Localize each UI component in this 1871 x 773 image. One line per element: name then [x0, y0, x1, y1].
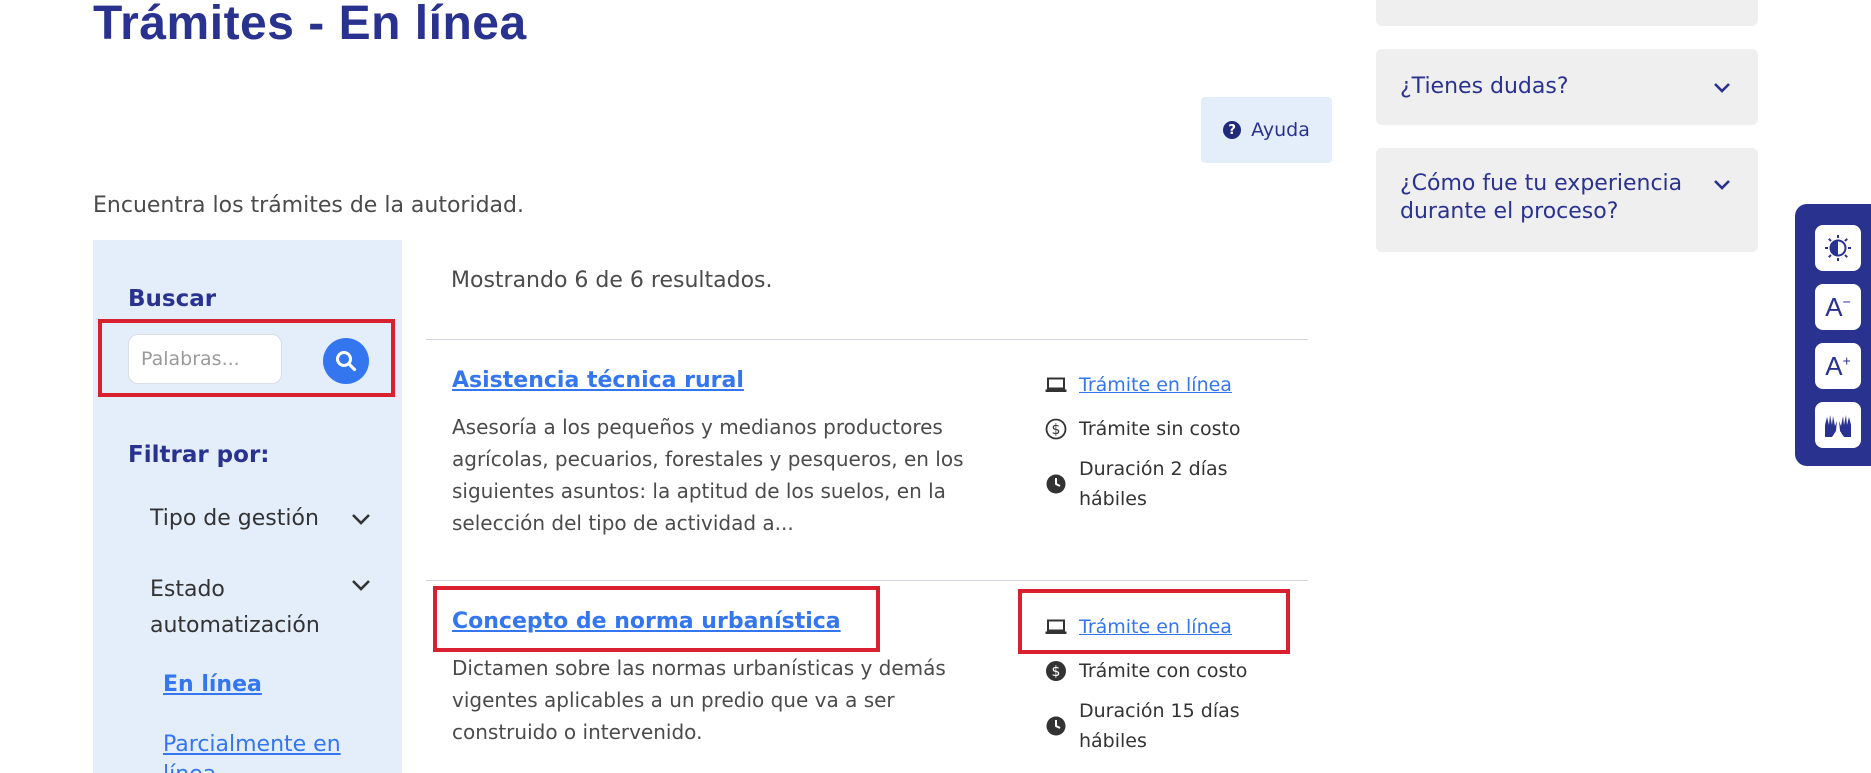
result-cost: $ Trámite sin costo	[1045, 414, 1241, 444]
filter-label: Filtrar por:	[128, 442, 270, 468]
contrast-icon	[1825, 235, 1851, 261]
clock-icon	[1045, 454, 1067, 514]
highlight-box-title	[433, 586, 880, 652]
laptop-icon	[1045, 370, 1067, 400]
search-label: Buscar	[128, 286, 217, 312]
result-mode-link[interactable]: Trámite en línea	[1079, 370, 1232, 400]
result-duration: Duración 2 días hábiles	[1045, 454, 1265, 514]
accessibility-toolbar: A− A+	[1795, 204, 1871, 466]
filter-estado-automatizacion[interactable]: Estado automatización	[150, 572, 370, 644]
status-option-en-linea[interactable]: En línea	[163, 672, 262, 697]
result-cost-label: Trámite sin costo	[1079, 418, 1241, 440]
divider	[426, 339, 1308, 340]
increase-font-button[interactable]: A+	[1815, 343, 1861, 389]
result-cost: $ Trámite con costo	[1045, 656, 1247, 686]
result-duration-label: Duración 15 días hábiles	[1079, 700, 1240, 752]
chevron-down-icon	[1714, 83, 1730, 93]
highlight-box-search	[98, 319, 395, 397]
accordion-experiencia-label: ¿Cómo fue tu experiencia durante el proc…	[1400, 171, 1683, 224]
page-title: Trámites - En línea	[93, 0, 527, 50]
result-title[interactable]: Asistencia técnica rural	[452, 368, 744, 393]
filter-tipo-gestion-label: Tipo de gestión	[150, 506, 319, 531]
accordion-dudas-label: ¿Tienes dudas?	[1400, 74, 1569, 99]
highlight-box-mode	[1018, 589, 1290, 654]
result-description: Dictamen sobre las normas urbanísticas y…	[452, 656, 946, 744]
svg-text:$: $	[1052, 422, 1061, 438]
no-cost-icon: $	[1045, 414, 1067, 444]
help-button[interactable]: ? Ayuda	[1201, 97, 1332, 163]
chevron-down-icon	[352, 580, 370, 591]
intro-text: Encuentra los trámites de la autoridad.	[93, 193, 524, 218]
accordion-top-partial[interactable]	[1376, 0, 1758, 26]
result-cost-label: Trámite con costo	[1079, 660, 1248, 682]
filter-tipo-gestion[interactable]: Tipo de gestión	[150, 506, 370, 531]
decrease-font-button[interactable]: A−	[1815, 284, 1861, 330]
sign-language-icon	[1825, 415, 1851, 437]
filter-estado-automatizacion-label: Estado automatización	[150, 577, 320, 638]
question-icon: ?	[1223, 121, 1242, 139]
result-duration: Duración 15 días hábiles	[1045, 696, 1265, 756]
result-description: Asesoría a los pequeños y medianos produ…	[452, 415, 964, 535]
help-button-label: Ayuda	[1251, 119, 1310, 141]
divider	[426, 580, 1308, 581]
clock-icon	[1045, 696, 1067, 756]
increase-font-icon: A+	[1825, 350, 1851, 381]
accordion-experiencia[interactable]: ¿Cómo fue tu experiencia durante el proc…	[1376, 148, 1758, 252]
result-duration-label: Duración 2 días hábiles	[1079, 458, 1228, 510]
decrease-font-icon: A−	[1825, 291, 1851, 322]
accordion-dudas[interactable]: ¿Tienes dudas?	[1376, 49, 1758, 125]
cost-icon: $	[1045, 656, 1067, 686]
svg-text:$: $	[1052, 664, 1061, 680]
chevron-down-icon	[1714, 180, 1730, 190]
chevron-down-icon	[352, 514, 370, 525]
sign-language-button[interactable]	[1815, 402, 1861, 448]
status-option-parcialmente[interactable]: Parcialmente en línea	[163, 730, 383, 773]
contrast-button[interactable]	[1815, 225, 1861, 271]
result-mode: Trámite en línea	[1045, 370, 1232, 400]
results-count: Mostrando 6 de 6 resultados.	[451, 268, 773, 293]
